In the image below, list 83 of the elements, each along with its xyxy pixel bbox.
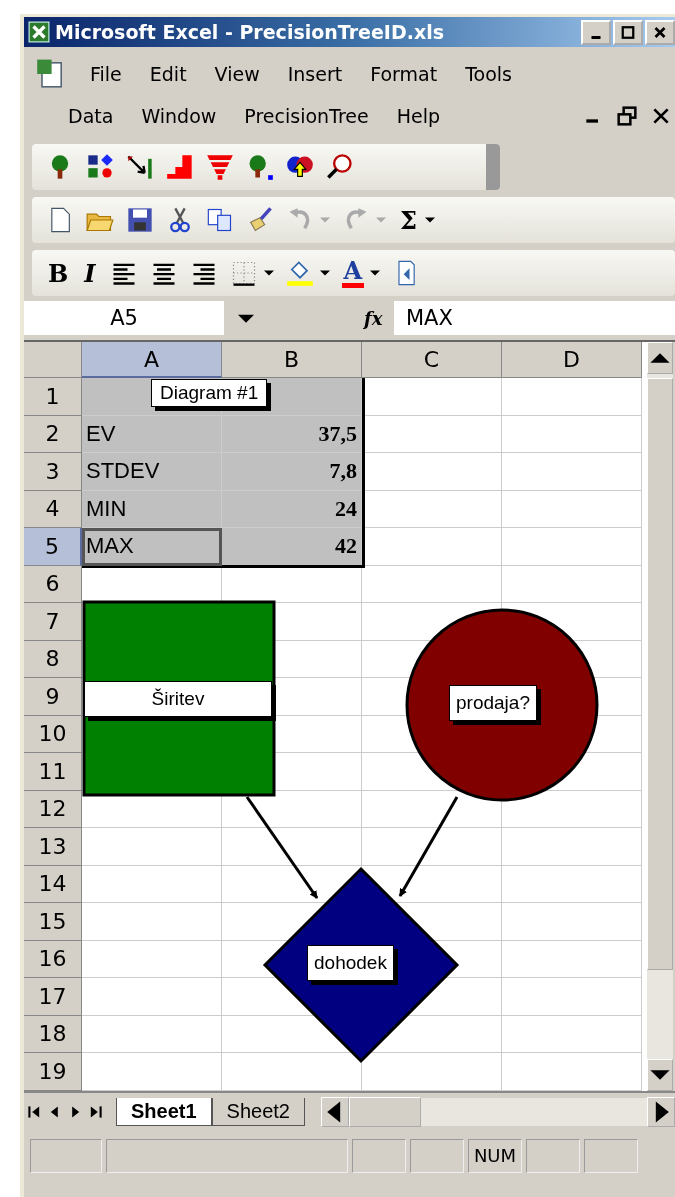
bold-button[interactable]: B [46, 258, 71, 288]
italic-button[interactable]: I [82, 258, 98, 288]
copy-icon[interactable] [206, 206, 234, 234]
function-label[interactable]: fx [364, 307, 394, 329]
menu-item[interactable]: Window [127, 105, 231, 127]
column-header[interactable]: B [222, 342, 362, 378]
save-icon[interactable] [126, 206, 154, 234]
table-cell: 37,5 [222, 415, 362, 453]
table-cell: 42 [222, 528, 362, 566]
table-cell: EV [82, 415, 222, 453]
status-pane [410, 1138, 464, 1173]
column-header[interactable]: C [362, 342, 502, 378]
close-button[interactable] [645, 19, 675, 45]
menu-item[interactable]: File [76, 63, 136, 85]
connector-arrow-icon[interactable] [126, 153, 154, 181]
row-header[interactable]: 5 [24, 528, 82, 566]
row-header[interactable]: 4 [24, 490, 82, 528]
close-workbook-icon[interactable] [651, 106, 671, 126]
row-header[interactable]: 16 [24, 940, 82, 978]
menu-item[interactable]: Edit [135, 63, 201, 85]
row-header[interactable]: 18 [24, 1015, 82, 1053]
row-header[interactable]: 19 [24, 1053, 82, 1091]
scroll-thumb[interactable] [349, 1096, 421, 1127]
autosum-button[interactable]: Σ [398, 205, 419, 235]
status-pane [526, 1138, 580, 1173]
row-header[interactable]: 10 [24, 715, 82, 753]
dropdown-caret-icon[interactable] [263, 268, 274, 278]
row-header[interactable]: 2 [24, 415, 82, 453]
sheet-tab[interactable]: Sheet1 [116, 1097, 212, 1126]
menu-item[interactable]: Insert [273, 63, 357, 85]
font-color-button[interactable]: A [341, 258, 365, 288]
menu-item[interactable]: Tools [451, 63, 526, 85]
last-sheet-icon[interactable] [88, 1104, 102, 1119]
menu-item[interactable]: Data [54, 105, 128, 127]
row-header[interactable]: 6 [24, 565, 82, 603]
row-header[interactable]: 14 [24, 865, 82, 903]
fill-bucket-icon[interactable] [285, 259, 314, 287]
menu-item[interactable]: Format [356, 63, 452, 85]
status-pane [352, 1138, 406, 1173]
name-box[interactable]: A5 [24, 301, 224, 335]
toolbar-options-handle[interactable] [486, 144, 500, 190]
column-header[interactable]: A [82, 342, 222, 378]
shapes-icon[interactable] [86, 153, 114, 181]
row-header[interactable]: 17 [24, 978, 82, 1016]
tree-icon[interactable] [246, 153, 274, 181]
minimize-button[interactable] [581, 19, 611, 45]
vertical-scrollbar[interactable] [647, 342, 673, 1091]
row-header[interactable]: 1 [24, 378, 82, 416]
scroll-thumb[interactable] [647, 378, 673, 970]
status-pane [30, 1138, 102, 1173]
dropdown-caret-icon[interactable] [370, 268, 381, 278]
menu-item[interactable]: Help [382, 105, 454, 127]
funnel-chart-icon[interactable] [206, 153, 234, 181]
table-cell: 24 [222, 490, 362, 528]
formula-field[interactable]: MAX [394, 301, 675, 335]
row-header[interactable]: 11 [24, 753, 82, 791]
row-header[interactable]: 7 [24, 603, 82, 641]
row-header[interactable]: 15 [24, 903, 82, 941]
column-header[interactable]: D [502, 342, 642, 378]
dropdown-caret-icon[interactable] [424, 215, 435, 225]
row-header[interactable]: 3 [24, 453, 82, 491]
row-header[interactable]: 9 [24, 678, 82, 716]
table-cell: MIN [82, 490, 222, 528]
menu-item[interactable]: View [200, 63, 274, 85]
table-cell: 7,8 [222, 453, 362, 491]
minimize-icon [591, 35, 601, 39]
staircase-chart-icon[interactable] [166, 153, 194, 181]
row-header[interactable]: 8 [24, 640, 82, 678]
num-lock-indicator: NUM [468, 1138, 522, 1173]
horizontal-scrollbar[interactable] [321, 1096, 675, 1127]
spreadsheet-logo-icon [28, 21, 50, 43]
maximize-button[interactable] [613, 19, 643, 45]
window-title: Microsoft Excel - PrecisionTreeID.xls [55, 21, 444, 43]
magnifier-icon[interactable] [326, 153, 354, 181]
first-sheet-icon[interactable] [28, 1104, 42, 1119]
row-header[interactable]: 12 [24, 790, 82, 828]
row-header[interactable]: 13 [24, 828, 82, 866]
sheet-tab[interactable]: Sheet2 [211, 1097, 305, 1126]
table-cell: STDEV [82, 453, 222, 491]
status-pane [584, 1138, 638, 1173]
dropdown-caret-icon[interactable] [319, 268, 330, 278]
menu-item[interactable]: PrecisionTree [230, 105, 383, 127]
restore-workbook-icon[interactable] [617, 106, 637, 126]
